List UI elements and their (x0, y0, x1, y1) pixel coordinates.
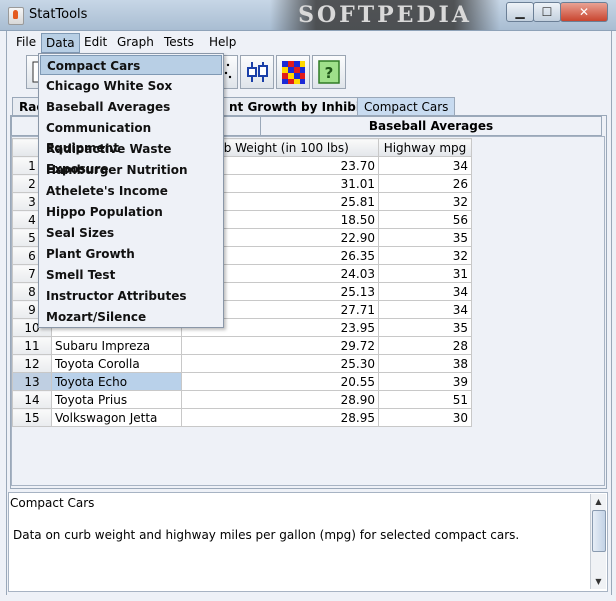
menu-tests[interactable]: Tests (160, 33, 198, 51)
data-menu-item[interactable]: Compact Cars (40, 55, 222, 75)
app-icon (8, 7, 24, 25)
row-number-cell[interactable]: 11 (12, 336, 52, 355)
curb-weight-cell[interactable]: 28.90 (181, 390, 379, 409)
curb-weight-cell[interactable]: 29.72 (181, 336, 379, 355)
svg-text:?: ? (325, 64, 334, 82)
data-menu-item[interactable]: Athelete's Income (40, 181, 222, 201)
data-menu-item[interactable]: Communication Equipment (40, 118, 222, 155)
boxplot-icon (247, 62, 268, 82)
highway-mpg-cell[interactable]: 30 (378, 408, 472, 427)
curb-weight-cell[interactable]: 20.55 (181, 372, 379, 391)
highway-mpg-header[interactable]: Highway mpg (378, 138, 472, 157)
data-menu-item[interactable]: Seal Sizes (40, 223, 222, 243)
menu-data[interactable]: Data (41, 33, 80, 53)
highway-mpg-cell[interactable]: 51 (378, 390, 472, 409)
car-name-cell[interactable]: Toyota Echo (51, 372, 182, 391)
help-icon: ? (318, 60, 340, 84)
description-body: Data on curb weight and highway miles pe… (13, 528, 520, 542)
menu-edit[interactable]: Edit (80, 33, 111, 51)
table-row[interactable]: 11 Subaru Impreza 29.72 28 (12, 336, 472, 355)
highway-mpg-cell[interactable]: 39 (378, 372, 472, 391)
color-grid-button[interactable] (276, 55, 310, 89)
table-row[interactable]: 15 Volkswagon Jetta 28.95 30 (12, 408, 472, 427)
subtab-baseball-averages[interactable]: Baseball Averages (260, 116, 602, 136)
description-scrollbar[interactable]: ▲ ▼ (590, 494, 606, 589)
highway-mpg-cell[interactable]: 56 (378, 210, 472, 229)
highway-mpg-cell[interactable]: 38 (378, 354, 472, 373)
data-menu-item[interactable]: Baseball Averages (40, 97, 222, 117)
scroll-down-arrow-icon[interactable]: ▼ (591, 574, 606, 589)
tab-compact-cars[interactable]: Compact Cars (357, 97, 456, 116)
description-title: Compact Cars (10, 496, 95, 510)
table-row[interactable]: 14 Toyota Prius 28.90 51 (12, 390, 472, 409)
table-row[interactable]: 12 Toyota Corolla 25.30 38 (12, 354, 472, 373)
highway-mpg-cell[interactable]: 35 (378, 228, 472, 247)
menu-graph[interactable]: Graph (113, 33, 158, 51)
menu-file[interactable]: File (12, 33, 40, 51)
highway-mpg-cell[interactable]: 31 (378, 264, 472, 283)
highway-mpg-cell[interactable]: 26 (378, 174, 472, 193)
data-menu-dropdown: Compact Cars Chicago White Sox Baseball Av… (38, 53, 224, 328)
car-name-cell[interactable]: Toyota Prius (51, 390, 182, 409)
minimize-button[interactable]: ▁ (506, 2, 534, 22)
maximize-button[interactable]: ☐ (533, 2, 561, 22)
data-menu-item[interactable]: Smell Test (40, 265, 222, 285)
menu-bar: File Data Edit Graph Tests Help (8, 31, 608, 53)
highway-mpg-cell[interactable]: 35 (378, 318, 472, 337)
row-number-cell[interactable]: 12 (12, 354, 52, 373)
window-title: StatTools (29, 7, 88, 22)
row-number-cell[interactable]: 15 (12, 408, 52, 427)
color-grid-icon (282, 61, 305, 84)
curb-weight-cell[interactable]: 28.95 (181, 408, 379, 427)
row-number-cell[interactable]: 13 (12, 372, 52, 391)
close-button[interactable]: ✕ (560, 2, 608, 22)
scroll-up-arrow-icon[interactable]: ▲ (591, 494, 606, 509)
highway-mpg-cell[interactable]: 32 (378, 246, 472, 265)
data-menu-item[interactable]: Hippo Population (40, 202, 222, 222)
row-number-cell[interactable]: 14 (12, 390, 52, 409)
car-name-cell[interactable]: Subaru Impreza (51, 336, 182, 355)
boxplot-button[interactable] (240, 55, 274, 89)
watermark: SOFTPEDIA (270, 0, 500, 30)
data-menu-item[interactable]: Plant Growth (40, 244, 222, 264)
data-menu-item[interactable]: Chicago White Sox (40, 76, 222, 96)
data-menu-item[interactable]: Instructor Attributes (40, 286, 222, 306)
table-row[interactable]: 13 Toyota Echo 20.55 39 (12, 372, 472, 391)
scroll-thumb[interactable] (592, 510, 606, 552)
highway-mpg-cell[interactable]: 34 (378, 300, 472, 319)
curb-weight-cell[interactable]: 25.30 (181, 354, 379, 373)
data-menu-item[interactable]: Hamburger Nutrition (40, 160, 222, 180)
highway-mpg-cell[interactable]: 34 (378, 156, 472, 175)
menu-help[interactable]: Help (205, 33, 240, 51)
highway-mpg-cell[interactable]: 32 (378, 192, 472, 211)
highway-mpg-cell[interactable]: 28 (378, 336, 472, 355)
help-button[interactable]: ? (312, 55, 346, 89)
car-name-cell[interactable]: Toyota Corolla (51, 354, 182, 373)
highway-mpg-cell[interactable]: 34 (378, 282, 472, 301)
car-name-cell[interactable]: Volkswagon Jetta (51, 408, 182, 427)
data-menu-item[interactable]: Radioactive Waste Exposure (40, 139, 222, 176)
description-textarea[interactable] (8, 492, 608, 592)
data-menu-item[interactable]: Mozart/Silence (40, 307, 222, 327)
